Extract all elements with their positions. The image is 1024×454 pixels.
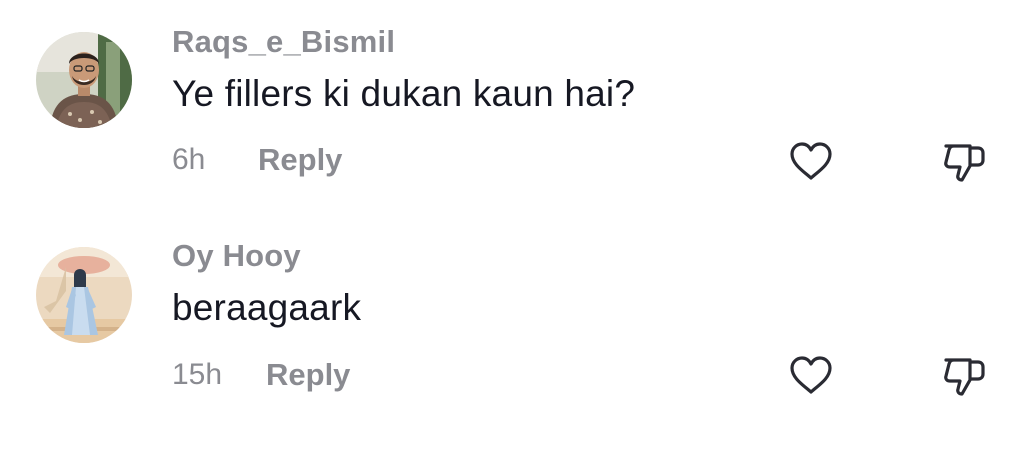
- like-button[interactable]: [787, 138, 835, 186]
- comment-timestamp: 6h: [172, 143, 206, 176]
- comment-username[interactable]: Raqs_e_Bismil: [172, 24, 395, 60]
- like-button[interactable]: [787, 352, 835, 400]
- thumbs-down-outline-icon: [944, 358, 985, 396]
- comments-list: Raqs_e_Bismil Ye fillers ki dukan kaun h…: [0, 0, 1024, 454]
- comment-text: beraagaark: [172, 287, 362, 328]
- dislike-button[interactable]: [940, 352, 988, 400]
- heart-outline-icon: [790, 142, 832, 180]
- comment-item: Raqs_e_Bismil Ye fillers ki dukan kaun h…: [0, 0, 1024, 220]
- illustrated-figure-avatar-icon: [36, 247, 132, 343]
- comment-text: Ye fillers ki dukan kaun hai?: [172, 73, 636, 114]
- reply-button[interactable]: Reply: [258, 142, 342, 178]
- user-avatar[interactable]: [36, 247, 132, 343]
- reply-button[interactable]: Reply: [266, 357, 350, 393]
- heart-outline-icon: [790, 356, 832, 394]
- user-photo-avatar-icon: [36, 32, 132, 128]
- comment-timestamp: 15h: [172, 358, 223, 391]
- thumbs-down-outline-icon: [944, 144, 985, 182]
- comment-item: Oy Hooy beraagaark 15h Reply: [0, 220, 1024, 454]
- user-avatar[interactable]: [36, 32, 132, 128]
- comment-username[interactable]: Oy Hooy: [172, 238, 301, 274]
- dislike-button[interactable]: [940, 138, 988, 186]
